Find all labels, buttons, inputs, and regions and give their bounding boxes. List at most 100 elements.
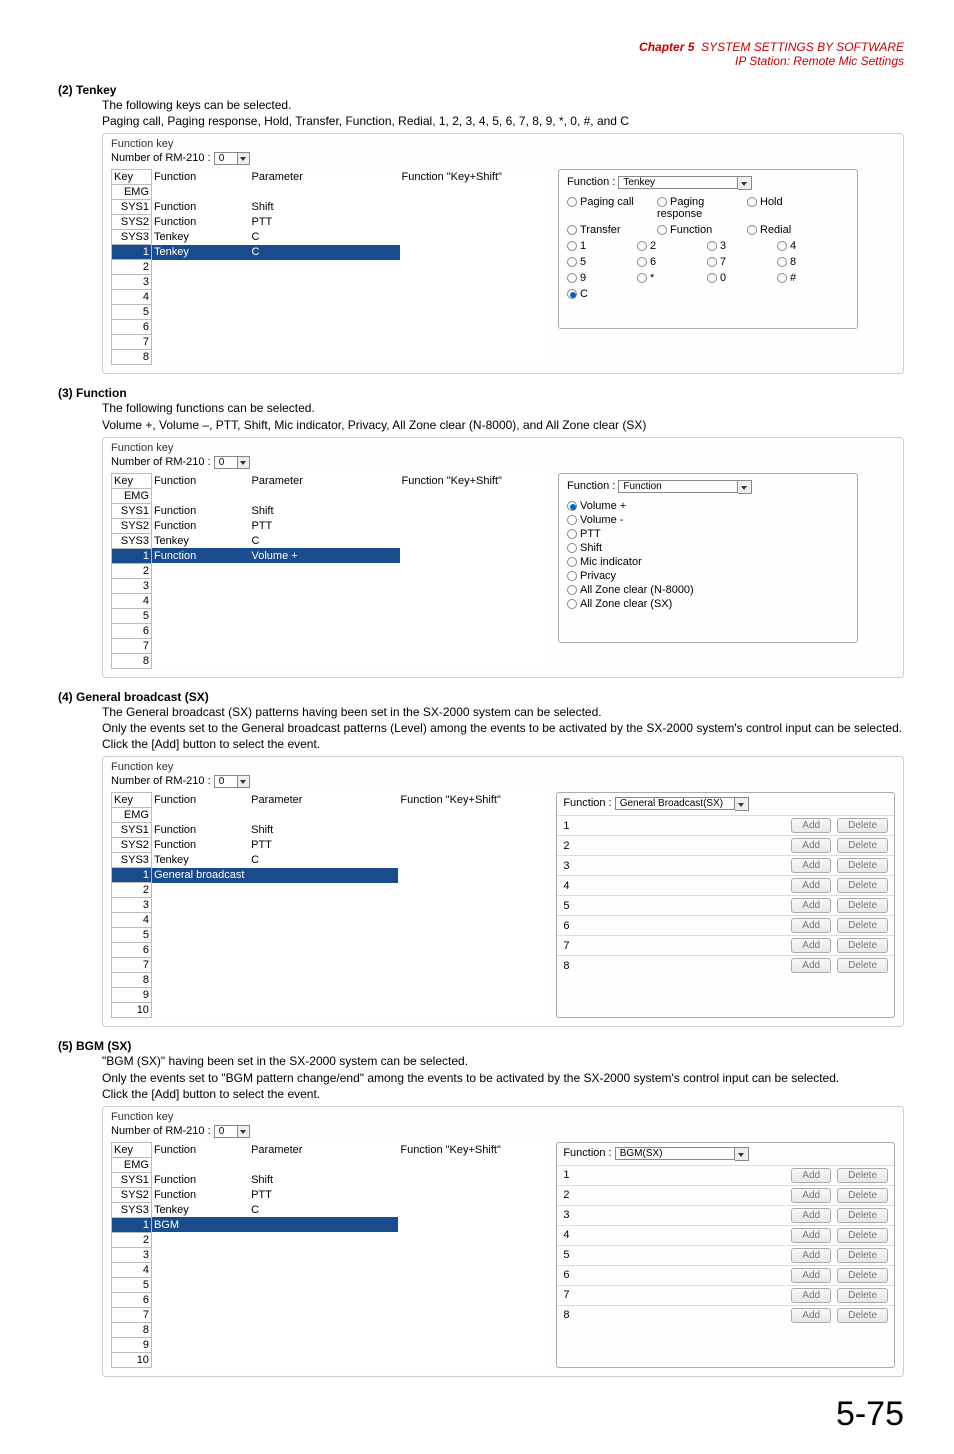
function-cell[interactable] bbox=[151, 1262, 249, 1277]
key-cell[interactable]: 1 bbox=[112, 868, 152, 883]
radio-option[interactable]: Paging call bbox=[567, 196, 647, 220]
parameter-cell[interactable] bbox=[249, 928, 398, 943]
function-dropdown[interactable]: General Broadcast(SX) bbox=[615, 797, 735, 810]
delete-button[interactable]: Delete bbox=[837, 958, 888, 973]
function-cell[interactable] bbox=[152, 578, 250, 593]
parameter-cell[interactable] bbox=[250, 290, 400, 305]
key-cell[interactable]: 3 bbox=[112, 578, 152, 593]
key-cell[interactable]: 8 bbox=[112, 1322, 152, 1337]
key-cell[interactable]: SYS3 bbox=[112, 533, 152, 548]
key-cell[interactable]: 9 bbox=[112, 1337, 152, 1352]
add-button[interactable]: Add bbox=[791, 818, 831, 833]
function-cell[interactable] bbox=[151, 1232, 249, 1247]
radio-option[interactable]: 0 bbox=[707, 272, 767, 284]
parameter-cell[interactable] bbox=[249, 958, 398, 973]
function-cell[interactable]: Tenkey bbox=[151, 853, 249, 868]
keyshift-cell[interactable] bbox=[398, 1003, 547, 1018]
function-cell[interactable] bbox=[151, 1352, 249, 1367]
keyshift-cell[interactable] bbox=[400, 200, 550, 215]
key-cell[interactable]: 6 bbox=[112, 1292, 152, 1307]
add-button[interactable]: Add bbox=[791, 918, 831, 933]
radio-option[interactable]: # bbox=[777, 272, 837, 284]
function-cell[interactable] bbox=[152, 638, 250, 653]
parameter-cell[interactable] bbox=[249, 1003, 398, 1018]
keyshift-cell[interactable] bbox=[400, 305, 550, 320]
key-cell[interactable]: 10 bbox=[112, 1003, 152, 1018]
radio-option[interactable]: All Zone clear (N-8000) bbox=[567, 584, 849, 596]
add-button[interactable]: Add bbox=[791, 1228, 831, 1243]
radio-option[interactable]: 1 bbox=[567, 240, 627, 252]
parameter-cell[interactable] bbox=[250, 593, 400, 608]
radio-option[interactable]: Privacy bbox=[567, 570, 849, 582]
radio-option[interactable]: C bbox=[567, 288, 627, 300]
key-cell[interactable]: SYS2 bbox=[112, 215, 152, 230]
add-button[interactable]: Add bbox=[791, 878, 831, 893]
key-cell[interactable]: SYS1 bbox=[112, 200, 152, 215]
function-cell[interactable] bbox=[152, 593, 250, 608]
parameter-cell[interactable] bbox=[249, 1337, 398, 1352]
function-cell[interactable] bbox=[152, 290, 250, 305]
function-cell[interactable] bbox=[151, 988, 249, 1003]
parameter-cell[interactable] bbox=[249, 1322, 398, 1337]
function-cell[interactable] bbox=[151, 808, 249, 823]
key-cell[interactable]: SYS3 bbox=[112, 853, 152, 868]
key-cell[interactable]: 1 bbox=[112, 245, 152, 260]
radio-option[interactable]: 8 bbox=[777, 256, 837, 268]
keyshift-cell[interactable] bbox=[400, 320, 550, 335]
function-cell[interactable]: Tenkey bbox=[152, 245, 250, 260]
add-button[interactable]: Add bbox=[791, 1168, 831, 1183]
function-cell[interactable] bbox=[152, 260, 250, 275]
parameter-cell[interactable]: PTT bbox=[250, 215, 400, 230]
function-cell[interactable] bbox=[151, 973, 249, 988]
keyshift-cell[interactable] bbox=[398, 913, 547, 928]
keyshift-cell[interactable] bbox=[398, 898, 547, 913]
key-cell[interactable]: 6 bbox=[112, 623, 152, 638]
parameter-cell[interactable] bbox=[249, 1157, 398, 1172]
function-cell[interactable]: Function bbox=[151, 823, 249, 838]
key-cell[interactable]: 10 bbox=[112, 1352, 152, 1367]
keyshift-cell[interactable] bbox=[398, 838, 547, 853]
key-cell[interactable]: SYS1 bbox=[112, 1172, 152, 1187]
parameter-cell[interactable] bbox=[249, 1292, 398, 1307]
function-cell[interactable] bbox=[151, 1292, 249, 1307]
rm210-dropdown-icon[interactable] bbox=[238, 152, 250, 165]
add-button[interactable]: Add bbox=[791, 1248, 831, 1263]
function-cell[interactable] bbox=[152, 488, 250, 503]
key-cell[interactable]: 4 bbox=[112, 290, 152, 305]
keyshift-cell[interactable] bbox=[400, 185, 550, 200]
radio-option[interactable]: Shift bbox=[567, 542, 849, 554]
function-cell[interactable] bbox=[151, 1337, 249, 1352]
rm210-dropdown-icon[interactable] bbox=[238, 456, 250, 469]
function-cell[interactable] bbox=[151, 883, 249, 898]
rm210-value[interactable]: 0 bbox=[214, 152, 238, 165]
radio-option[interactable]: Hold bbox=[747, 196, 827, 220]
key-cell[interactable]: SYS3 bbox=[112, 1202, 152, 1217]
parameter-cell[interactable] bbox=[250, 275, 400, 290]
function-cell[interactable] bbox=[151, 913, 249, 928]
key-cell[interactable]: 2 bbox=[112, 1232, 152, 1247]
radio-option[interactable]: 6 bbox=[637, 256, 697, 268]
key-cell[interactable]: 4 bbox=[112, 593, 152, 608]
keyshift-cell[interactable] bbox=[398, 823, 547, 838]
add-button[interactable]: Add bbox=[791, 838, 831, 853]
parameter-cell[interactable] bbox=[249, 1307, 398, 1322]
add-button[interactable]: Add bbox=[791, 1188, 831, 1203]
delete-button[interactable]: Delete bbox=[837, 938, 888, 953]
radio-option[interactable]: 7 bbox=[707, 256, 767, 268]
parameter-cell[interactable] bbox=[249, 868, 398, 883]
add-button[interactable]: Add bbox=[791, 1288, 831, 1303]
function-cell[interactable]: Tenkey bbox=[152, 533, 250, 548]
add-button[interactable]: Add bbox=[791, 1208, 831, 1223]
keyshift-cell[interactable] bbox=[398, 1307, 547, 1322]
keyshift-cell[interactable] bbox=[400, 245, 550, 260]
function-cell[interactable] bbox=[151, 1247, 249, 1262]
add-button[interactable]: Add bbox=[791, 898, 831, 913]
radio-option[interactable]: Volume + bbox=[567, 500, 849, 512]
keyshift-cell[interactable] bbox=[398, 1277, 547, 1292]
radio-option[interactable]: All Zone clear (SX) bbox=[567, 598, 849, 610]
key-cell[interactable]: 1 bbox=[112, 1217, 152, 1232]
radio-option[interactable]: Paging response bbox=[657, 196, 737, 220]
chevron-down-icon[interactable] bbox=[738, 480, 752, 494]
function-cell[interactable] bbox=[152, 305, 250, 320]
key-cell[interactable]: 5 bbox=[112, 608, 152, 623]
